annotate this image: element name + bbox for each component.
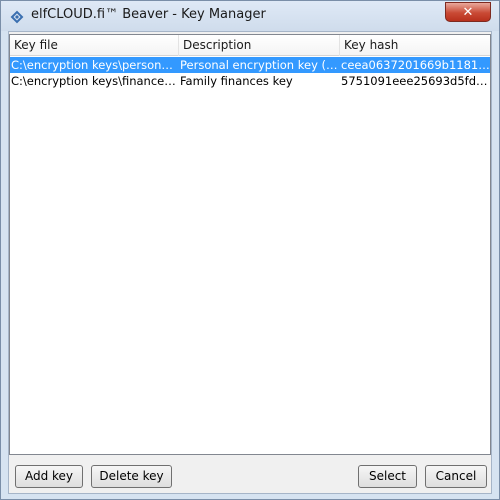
- key-icon: [9, 9, 25, 25]
- key-manager-window: elfCLOUD.fi™ Beaver - Key Manager ✕ Key …: [0, 0, 500, 500]
- column-header-key-hash[interactable]: Key hash: [340, 35, 490, 56]
- cell-description: Family finances key: [180, 74, 293, 88]
- column-header-description[interactable]: Description: [179, 35, 340, 56]
- cell-key-hash: 5751091eee25693d5fd142f...: [341, 74, 490, 88]
- select-button[interactable]: Select: [358, 465, 417, 488]
- window-title: elfCLOUD.fi™ Beaver - Key Manager: [31, 7, 266, 22]
- title-bar[interactable]: elfCLOUD.fi™ Beaver - Key Manager ✕: [1, 1, 499, 31]
- key-list[interactable]: Key file Description Key hash C:\encrypt…: [9, 34, 491, 455]
- client-area: Key file Description Key hash C:\encrypt…: [8, 31, 492, 494]
- list-header: Key file Description Key hash: [10, 35, 490, 56]
- close-button[interactable]: ✕: [445, 2, 491, 22]
- cancel-button[interactable]: Cancel: [425, 465, 487, 488]
- add-key-button[interactable]: Add key: [15, 465, 83, 488]
- delete-key-button[interactable]: Delete key: [91, 465, 172, 488]
- cell-description: Personal encryption key (AES:...: [180, 58, 339, 72]
- cell-key-file: C:\encryption keys\finances.key: [11, 74, 178, 88]
- close-icon: ✕: [462, 4, 474, 20]
- table-row[interactable]: C:\encryption keys\personal.key Personal…: [10, 57, 490, 73]
- cell-key-file: C:\encryption keys\personal.key: [11, 58, 178, 72]
- table-row[interactable]: C:\encryption keys\finances.key Family f…: [10, 73, 490, 89]
- cell-key-hash: ceea0637201669b1181af76...: [341, 58, 490, 72]
- column-header-key-file[interactable]: Key file: [10, 35, 179, 56]
